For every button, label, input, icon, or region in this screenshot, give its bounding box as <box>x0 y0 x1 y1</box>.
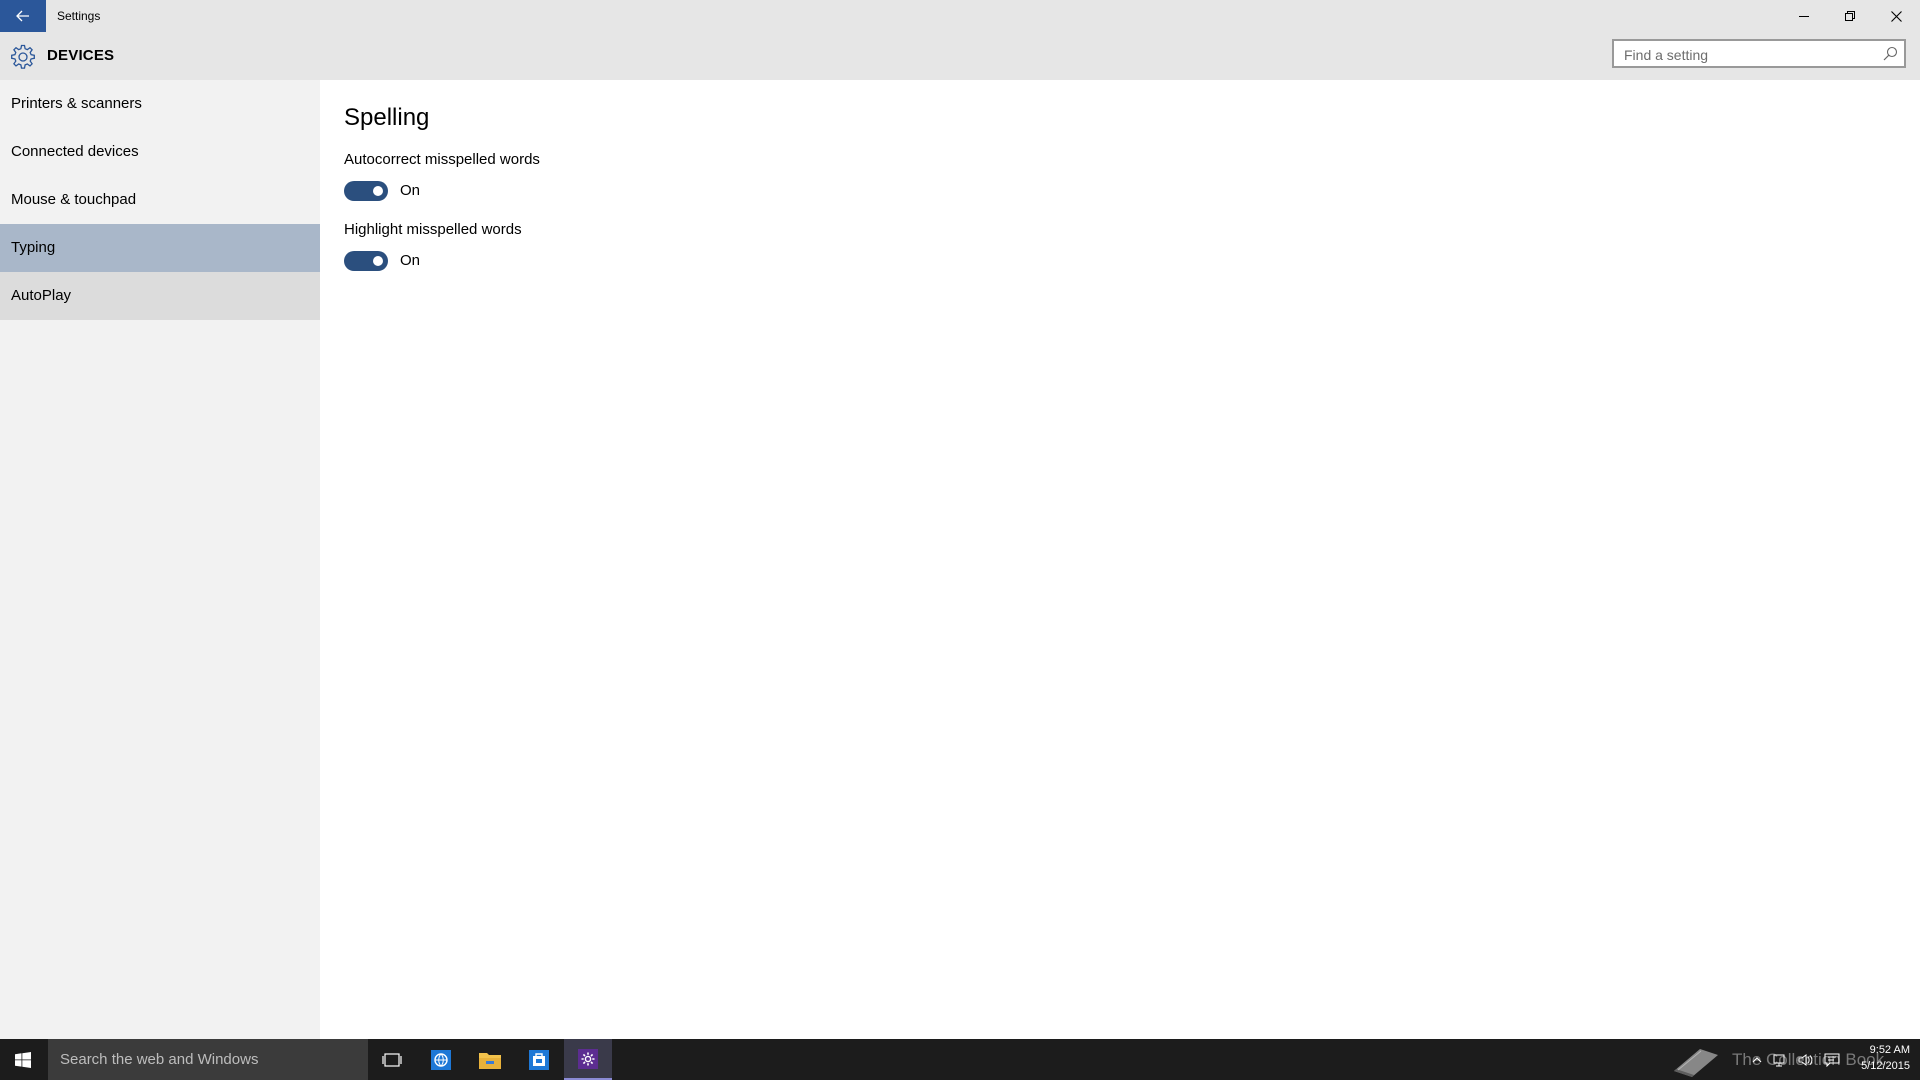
autocorrect-toggle[interactable] <box>344 181 388 201</box>
close-button[interactable] <box>1873 0 1919 32</box>
section-title: DEVICES <box>47 47 115 64</box>
network-icon <box>1773 1054 1785 1066</box>
toggle-knob <box>373 256 383 266</box>
settings-content: Spelling Autocorrect misspelled words On… <box>320 80 1920 1039</box>
find-setting-search[interactable] <box>1612 39 1906 68</box>
autocorrect-label: Autocorrect misspelled words <box>344 151 540 168</box>
task-view-button[interactable] <box>368 1039 416 1080</box>
browser-icon <box>431 1049 451 1070</box>
autocorrect-state: On <box>400 182 421 199</box>
sidebar-item-printers-scanners[interactable]: Printers & scanners <box>0 80 320 128</box>
restore-icon <box>1845 11 1855 21</box>
taskbar-clock[interactable]: 9:52 AM 5/12/2015 <box>1850 1042 1910 1074</box>
store-icon <box>529 1049 549 1070</box>
restore-button[interactable] <box>1827 0 1873 32</box>
notification-icon <box>1824 1053 1840 1067</box>
windows-logo-icon <box>15 1051 31 1068</box>
taskbar-search-box[interactable]: Search the web and Windows <box>48 1039 368 1080</box>
highlight-toggle[interactable] <box>344 251 388 271</box>
taskbar-store[interactable] <box>515 1039 563 1080</box>
task-view-icon <box>382 1052 402 1067</box>
group-title-spelling: Spelling <box>344 104 430 131</box>
sidebar-item-connected-devices[interactable]: Connected devices <box>0 128 320 176</box>
sidebar-item-mouse-touchpad[interactable]: Mouse & touchpad <box>0 176 320 224</box>
chevron-up-icon <box>1752 1056 1762 1062</box>
taskbar-file-explorer[interactable] <box>466 1039 514 1080</box>
highlight-state: On <box>400 252 421 269</box>
minimize-button[interactable] <box>1781 0 1827 32</box>
window-title: Settings <box>57 9 101 23</box>
search-input[interactable] <box>1622 41 1876 68</box>
tray-volume[interactable] <box>1794 1039 1818 1080</box>
taskbar-edge-browser[interactable] <box>417 1039 465 1080</box>
settings-gear-icon <box>578 1048 598 1069</box>
folder-icon <box>479 1052 501 1069</box>
start-button[interactable] <box>0 1039 46 1080</box>
volume-icon <box>1798 1053 1813 1066</box>
tray-network[interactable] <box>1768 1039 1792 1080</box>
settings-header: DEVICES <box>0 32 1920 80</box>
sidebar-item-autoplay[interactable]: AutoPlay <box>0 272 320 320</box>
back-button[interactable] <box>0 0 46 32</box>
close-icon <box>1890 10 1902 22</box>
minimize-icon <box>1799 16 1809 17</box>
sidebar: Printers & scanners Connected devices Mo… <box>0 80 320 1039</box>
tray-action-center[interactable] <box>1820 1039 1844 1080</box>
gear-icon <box>11 44 35 69</box>
search-icon[interactable] <box>1883 46 1898 61</box>
clock-date: 5/12/2015 <box>1861 1060 1910 1072</box>
taskbar-settings[interactable] <box>564 1039 612 1080</box>
sidebar-item-typing[interactable]: Typing <box>0 224 320 272</box>
back-arrow-icon <box>16 10 29 22</box>
taskbar: Search the web and Windows The Collectio… <box>0 1039 1920 1080</box>
clock-time: 9:52 AM <box>1869 1044 1910 1056</box>
toggle-knob <box>373 186 383 196</box>
title-bar: Settings <box>0 0 1920 32</box>
tray-overflow-button[interactable] <box>1748 1039 1766 1080</box>
book-icon <box>1674 1049 1718 1077</box>
highlight-label: Highlight misspelled words <box>344 221 522 238</box>
